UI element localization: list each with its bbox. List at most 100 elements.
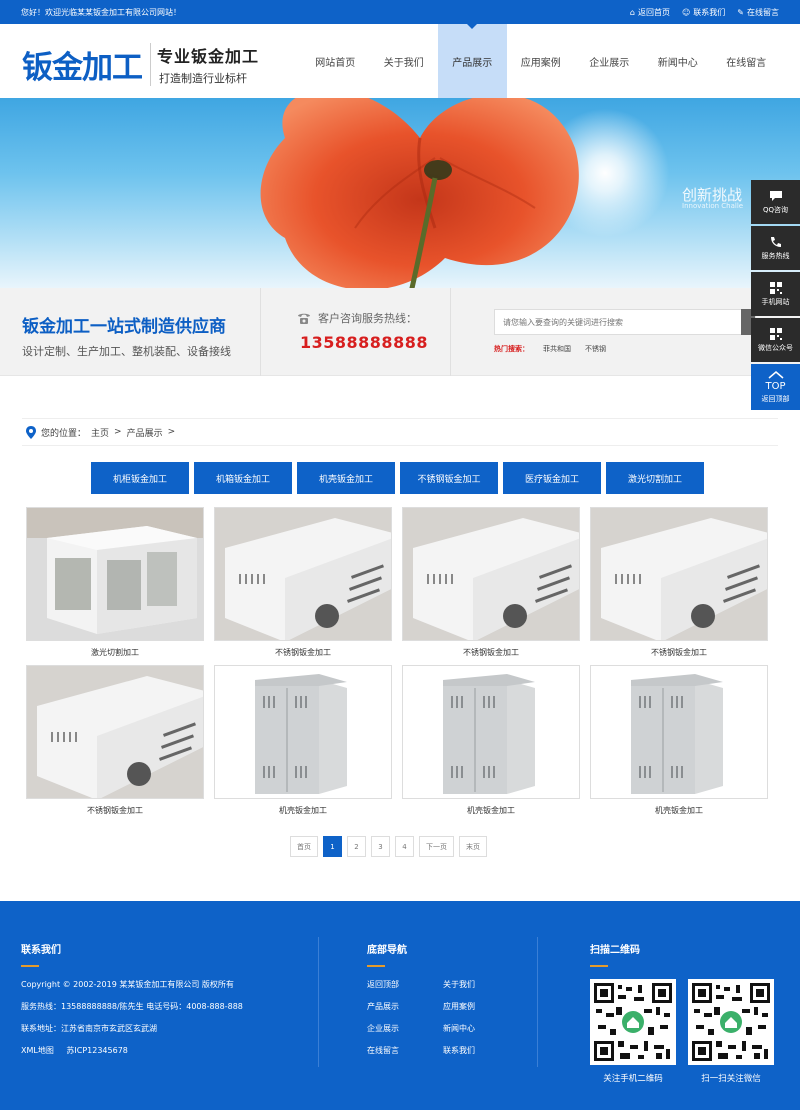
- logo-brand: 钣金加工: [22, 50, 143, 86]
- breadcrumb-label: 您的位置：: [41, 428, 87, 439]
- footer-link-products[interactable]: 产品展示: [367, 1001, 443, 1012]
- category-stainless[interactable]: 不锈钢钣金加工: [400, 462, 498, 494]
- sidebar-hotline[interactable]: 服务热线: [751, 226, 800, 270]
- top-link-message[interactable]: ✎ 在线留言: [737, 7, 779, 18]
- product-title[interactable]: 机壳钣金加工: [590, 805, 768, 816]
- page-3[interactable]: 3: [371, 836, 390, 857]
- page-first[interactable]: 首页: [290, 836, 318, 857]
- sidebar-mobile-site[interactable]: 手机网站: [751, 272, 800, 316]
- phone-icon: [770, 236, 781, 247]
- product-card[interactable]: 不锈钢钣金加工: [26, 665, 204, 816]
- top-link-contact[interactable]: ☺ 联系我们: [682, 7, 725, 18]
- product-card[interactable]: 机壳钣金加工: [214, 665, 392, 816]
- pagination: 首页 1 2 3 4 下一页 末页: [290, 836, 487, 857]
- footer-link-contact[interactable]: 联系我们: [443, 1045, 503, 1056]
- product-image[interactable]: [26, 665, 204, 799]
- footer-link-cases[interactable]: 应用案例: [443, 1001, 503, 1012]
- header: 钣金加工 专业钣金加工 打造制造行业标杆 网站首页 关于我们 产品展示 应用案例…: [0, 24, 800, 98]
- product-image[interactable]: [402, 665, 580, 799]
- category-chassis[interactable]: 机箱钣金加工: [194, 462, 292, 494]
- logo-slogan-sub: 打造制造行业标杆: [159, 72, 247, 85]
- sidebar-qq[interactable]: QQ咨询: [751, 180, 800, 224]
- nav-item-products[interactable]: 产品展示: [438, 24, 507, 98]
- nav-item-news[interactable]: 新闻中心: [644, 24, 713, 98]
- nav-item-about[interactable]: 关于我们: [370, 24, 439, 98]
- product-title[interactable]: 机壳钣金加工: [402, 805, 580, 816]
- category-laser[interactable]: 激光切割加工: [606, 462, 704, 494]
- footer-qr-title: 扫描二维码: [590, 945, 640, 956]
- page-next[interactable]: 下一页: [419, 836, 454, 857]
- qr-icon: [769, 281, 782, 294]
- product-image[interactable]: [402, 507, 580, 641]
- page-4[interactable]: 4: [395, 836, 414, 857]
- chevron-up-icon: [768, 370, 783, 379]
- sitemap-link[interactable]: XML地图: [21, 1046, 54, 1055]
- product-title[interactable]: 激光切割加工: [26, 647, 204, 658]
- logo-slogan: 专业钣金加工 打造制造行业标杆: [150, 43, 259, 86]
- product-card[interactable]: 机壳钣金加工: [590, 665, 768, 816]
- icp-link[interactable]: 苏ICP12345678: [66, 1046, 128, 1055]
- product-title[interactable]: 不锈钢钣金加工: [214, 647, 392, 658]
- hot-searches: 热门搜索： 菲共和国 不锈钢: [494, 344, 606, 354]
- product-title[interactable]: 机壳钣金加工: [214, 805, 392, 816]
- product-card[interactable]: 激光切割加工: [26, 507, 204, 658]
- product-card[interactable]: 不锈钢钣金加工: [590, 507, 768, 658]
- footer-link-top[interactable]: 返回顶部: [367, 979, 443, 990]
- page-2[interactable]: 2: [347, 836, 366, 857]
- top-bar: 您好！欢迎光临某某钣金加工有限公司网站！ ⌂ 返回首页 ☺ 联系我们 ✎ 在线留言: [0, 0, 800, 24]
- qr-wechat: 扫一扫关注微信: [688, 979, 774, 1084]
- search-box: [494, 309, 756, 335]
- title-underline: [590, 965, 608, 967]
- logo[interactable]: 钣金加工 专业钣金加工 打造制造行业标杆: [22, 42, 259, 87]
- qr-code-icon: [590, 979, 676, 1065]
- company-intro: 钣金加工一站式制造供应商 设计定制、生产加工、整机装配、设备接线: [22, 312, 231, 359]
- divider: [318, 937, 319, 1067]
- product-image[interactable]: [590, 665, 768, 799]
- breadcrumb-separator: >: [114, 427, 122, 437]
- hot-search-word[interactable]: 菲共和国: [543, 344, 571, 354]
- category-cabinet[interactable]: 机柜钣金加工: [91, 462, 189, 494]
- hot-search-word[interactable]: 不锈钢: [585, 344, 606, 354]
- location-pin-icon: [26, 425, 36, 439]
- product-card[interactable]: 不锈钢钣金加工: [402, 507, 580, 658]
- top-link-home[interactable]: ⌂ 返回首页: [630, 7, 670, 18]
- footer-link-news[interactable]: 新闻中心: [443, 1023, 503, 1034]
- category-medical[interactable]: 医疗钣金加工: [503, 462, 601, 494]
- qr-code-icon: [688, 979, 774, 1065]
- product-title[interactable]: 不锈钢钣金加工: [26, 805, 204, 816]
- breadcrumb-home[interactable]: 主页: [91, 426, 109, 439]
- footer-link-message[interactable]: 在线留言: [367, 1045, 443, 1056]
- product-image[interactable]: [590, 507, 768, 641]
- product-image[interactable]: [214, 507, 392, 641]
- search-input[interactable]: [495, 317, 735, 327]
- nav-item-cases[interactable]: 应用案例: [507, 24, 576, 98]
- nav-item-company[interactable]: 企业展示: [575, 24, 644, 98]
- nav-item-home[interactable]: 网站首页: [301, 24, 370, 98]
- hotline-number[interactable]: 13588888888: [300, 333, 428, 352]
- welcome-text: 您好！欢迎光临某某钣金加工有限公司网站！: [21, 7, 181, 17]
- page-1[interactable]: 1: [323, 836, 342, 857]
- qr-mobile: 关注手机二维码: [590, 979, 676, 1084]
- floating-sidebar: QQ咨询 服务热线 手机网站 微信公众号 TOP 返回顶部: [751, 180, 800, 412]
- footer: 联系我们 Copyright © 2002-2019 某某钣金加工有限公司 版权…: [0, 901, 800, 1110]
- product-card[interactable]: 不锈钢钣金加工: [214, 507, 392, 658]
- footer-link-company[interactable]: 企业展示: [367, 1023, 443, 1034]
- nav-item-message[interactable]: 在线留言: [712, 24, 781, 98]
- company-services: 设计定制、生产加工、整机装配、设备接线: [22, 345, 231, 358]
- product-card[interactable]: 机壳钣金加工: [402, 665, 580, 816]
- product-image[interactable]: [214, 665, 392, 799]
- product-title[interactable]: 不锈钢钣金加工: [402, 647, 580, 658]
- category-casing[interactable]: 机壳钣金加工: [297, 462, 395, 494]
- home-icon: ⌂: [629, 7, 635, 17]
- footer-link-about[interactable]: 关于我们: [443, 979, 503, 990]
- page-last[interactable]: 末页: [459, 836, 487, 857]
- back-to-top-button[interactable]: TOP 返回顶部: [751, 364, 800, 410]
- logo-slogan-main: 专业钣金加工: [157, 47, 260, 66]
- breadcrumb-current[interactable]: 产品展示: [127, 426, 163, 439]
- footer-hotline: 服务热线：13588888888/陈先生 电话号码：4008-888-888: [21, 1002, 243, 1011]
- product-title[interactable]: 不锈钢钣金加工: [590, 647, 768, 658]
- category-tabs: 机柜钣金加工 机箱钣金加工 机壳钣金加工 不锈钢钣金加工 医疗钣金加工 激光切割…: [91, 462, 704, 494]
- product-image[interactable]: [26, 507, 204, 641]
- footer-contact-title: 联系我们: [21, 945, 61, 956]
- sidebar-wechat[interactable]: 微信公众号: [751, 318, 800, 362]
